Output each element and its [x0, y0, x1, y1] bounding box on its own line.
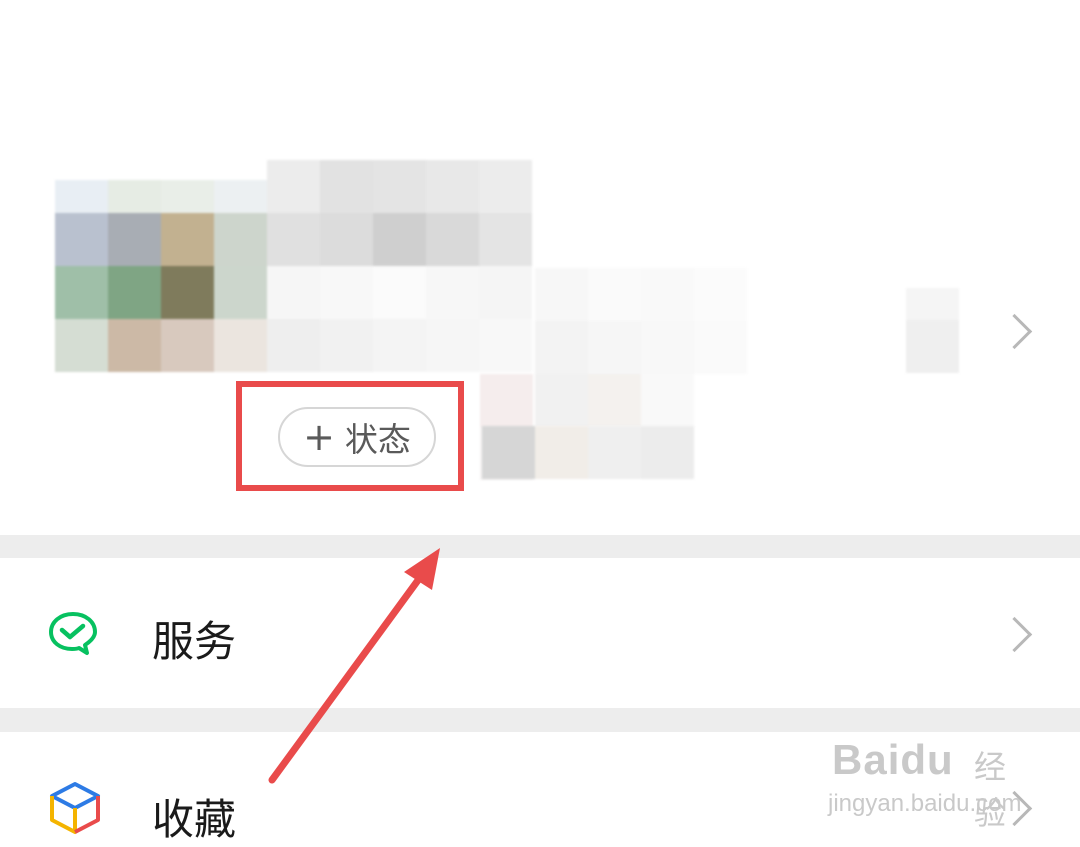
watermark-cn: 经验 [974, 749, 1007, 831]
avatar[interactable] [55, 160, 535, 372]
qr-redacted [906, 288, 962, 373]
status-label: 状态 [344, 420, 411, 459]
watermark-brand: Baidu [832, 736, 954, 783]
status-redacted [482, 426, 697, 479]
watermark-url: jingyan.baidu.com [828, 790, 1022, 817]
baidu-watermark: Baidu 经验 jingyan.baidu.com [822, 722, 1022, 832]
profile-chevron-right-icon[interactable] [996, 313, 1033, 350]
chevron-right-icon [996, 616, 1033, 653]
menu-label: 服务 [152, 617, 237, 666]
menu-item-services[interactable]: 服务 [0, 558, 1080, 708]
wechat-pay-icon [48, 611, 98, 661]
plus-icon: + [303, 415, 335, 459]
menu-label: 收藏 [152, 795, 237, 844]
profile-header[interactable]: + 状态 [0, 0, 1080, 535]
section-divider [0, 535, 1080, 558]
cube-icon [48, 780, 102, 840]
add-status-button[interactable]: + 状态 [278, 407, 436, 467]
